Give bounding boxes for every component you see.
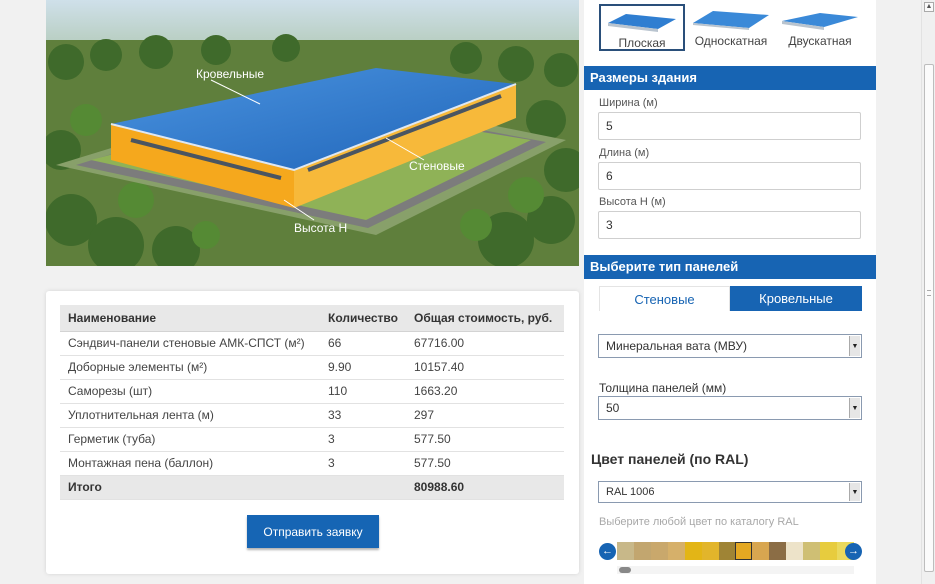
flat-roof-icon <box>608 14 676 32</box>
color-swatch[interactable] <box>769 542 787 560</box>
arrow-left-icon[interactable]: ← <box>599 543 616 560</box>
row-qty: 9.90 <box>320 355 406 380</box>
row-cost: 10157.40 <box>406 355 564 380</box>
page: { "illustration": { "label_roof": "Крове… <box>0 0 935 584</box>
table-row: Доборные элементы (м²) 9.90 10157.40 <box>60 355 564 380</box>
color-swatch[interactable] <box>650 542 668 560</box>
row-name: Уплотнительная лента (м) <box>60 403 320 428</box>
ral-select[interactable]: RAL 1006 ▼ <box>598 481 862 503</box>
row-cost: 297 <box>406 403 564 428</box>
table-row: Уплотнительная лента (м) 33 297 <box>60 403 564 428</box>
tab-wall-panels[interactable]: Стеновые <box>599 286 730 311</box>
page-scrollbar[interactable]: ▲ <box>921 0 935 584</box>
height-input[interactable] <box>598 211 861 239</box>
submit-request-button[interactable]: Отправить заявку <box>247 515 379 548</box>
ral-select-value: RAL 1006 <box>606 486 655 498</box>
roof-option-gable[interactable]: Двускатная <box>777 4 863 51</box>
table-row: Сэндвич-панели стеновые АМК-СПСТ (м²) 66… <box>60 331 564 356</box>
header-name: Наименование <box>60 305 320 332</box>
row-qty: 3 <box>320 451 406 476</box>
roof-option-label: Односкатная <box>694 34 768 48</box>
thickness-label: Толщина панелей (мм) <box>599 381 727 395</box>
height-label: Высота Н (м) <box>599 196 666 208</box>
row-name: Саморезы (шт) <box>60 379 320 404</box>
page-scroll-thumb[interactable] <box>924 64 934 572</box>
material-select[interactable]: Минеральная вата (МВУ) ▼ <box>598 334 862 358</box>
total-name: Итого <box>60 475 320 500</box>
row-qty: 3 <box>320 427 406 452</box>
roof-option-single-slope[interactable]: Односкатная <box>688 4 774 51</box>
chevron-down-icon: ▼ <box>849 483 860 501</box>
building-illustration: Кровельные Стеновые Высота Н <box>46 0 579 266</box>
config-panel: Плоская Односкатная Двускатная Размеры з… <box>584 0 876 584</box>
roof-option-flat[interactable]: Плоская <box>599 4 685 51</box>
single-slope-roof-icon <box>693 11 769 30</box>
header-qty: Количество <box>320 305 406 332</box>
color-swatch[interactable] <box>718 542 736 560</box>
tab-roof-panels[interactable]: Кровельные <box>730 286 862 311</box>
color-swatch[interactable] <box>633 542 651 560</box>
roof-option-label: Двускатная <box>788 34 852 48</box>
arrow-right-icon[interactable]: → <box>845 543 862 560</box>
row-name: Герметик (туба) <box>60 427 320 452</box>
thickness-select[interactable]: 50 ▼ <box>598 396 862 420</box>
row-name: Сэндвич-панели стеновые АМК-СПСТ (м²) <box>60 331 320 356</box>
total-row: Итого 80988.60 <box>60 475 564 500</box>
row-name: Монтажная пена (баллон) <box>60 451 320 476</box>
chevron-down-icon: ▼ <box>849 398 860 418</box>
header-cost: Общая стоимость, руб. <box>406 305 564 332</box>
chevron-down-icon: ▼ <box>849 336 860 356</box>
label-wall: Стеновые <box>409 159 465 173</box>
table-row: Монтажная пена (баллон) 3 577.50 <box>60 451 564 476</box>
color-swatch[interactable] <box>684 542 702 560</box>
gable-roof-icon <box>782 13 858 30</box>
row-qty: 33 <box>320 403 406 428</box>
roof-option-label: Плоская <box>618 36 666 50</box>
cost-table: Наименование Количество Общая стоимость,… <box>60 305 564 500</box>
ral-hint: Выберите любой цвет по каталогу RAL <box>599 516 799 528</box>
material-select-value: Минеральная вата (МВУ) <box>606 339 747 353</box>
label-roof: Кровельные <box>196 67 264 81</box>
panel-type-section-title: Выберите тип панелей <box>584 255 876 279</box>
color-swatch[interactable] <box>752 542 770 560</box>
row-cost: 577.50 <box>406 427 564 452</box>
palette-scroll-thumb[interactable] <box>619 567 631 573</box>
results-card: Наименование Количество Общая стоимость,… <box>46 291 579 574</box>
color-swatch[interactable] <box>786 542 804 560</box>
row-name: Доборные элементы (м²) <box>60 355 320 380</box>
total-qty <box>320 475 406 500</box>
width-label: Ширина (м) <box>599 97 658 109</box>
length-input[interactable] <box>598 162 861 190</box>
color-palette <box>617 542 854 560</box>
color-swatch[interactable] <box>701 542 719 560</box>
table-row: Герметик (туба) 3 577.50 <box>60 427 564 452</box>
color-section-title: Цвет панелей (по RAL) <box>591 451 749 467</box>
label-height: Высота Н <box>294 221 347 235</box>
row-qty: 66 <box>320 331 406 356</box>
row-qty: 110 <box>320 379 406 404</box>
width-input[interactable] <box>598 112 861 140</box>
grip-icon <box>927 290 931 296</box>
dimensions-section-title: Размеры здания <box>584 66 876 90</box>
palette-scrollbar[interactable] <box>617 566 854 574</box>
row-cost: 1663.20 <box>406 379 564 404</box>
color-swatch[interactable] <box>820 542 837 560</box>
color-swatch[interactable] <box>803 542 821 560</box>
row-cost: 577.50 <box>406 451 564 476</box>
thickness-select-value: 50 <box>606 401 620 415</box>
length-label: Длина (м) <box>599 147 650 159</box>
total-cost: 80988.60 <box>406 475 564 500</box>
scroll-up-icon[interactable]: ▲ <box>924 2 934 12</box>
table-row: Саморезы (шт) 110 1663.20 <box>60 379 564 404</box>
row-cost: 67716.00 <box>406 331 564 356</box>
color-swatch[interactable] <box>617 542 634 560</box>
color-swatch[interactable] <box>735 542 753 560</box>
table-header-row: Наименование Количество Общая стоимость,… <box>60 305 564 332</box>
color-swatch[interactable] <box>667 542 685 560</box>
